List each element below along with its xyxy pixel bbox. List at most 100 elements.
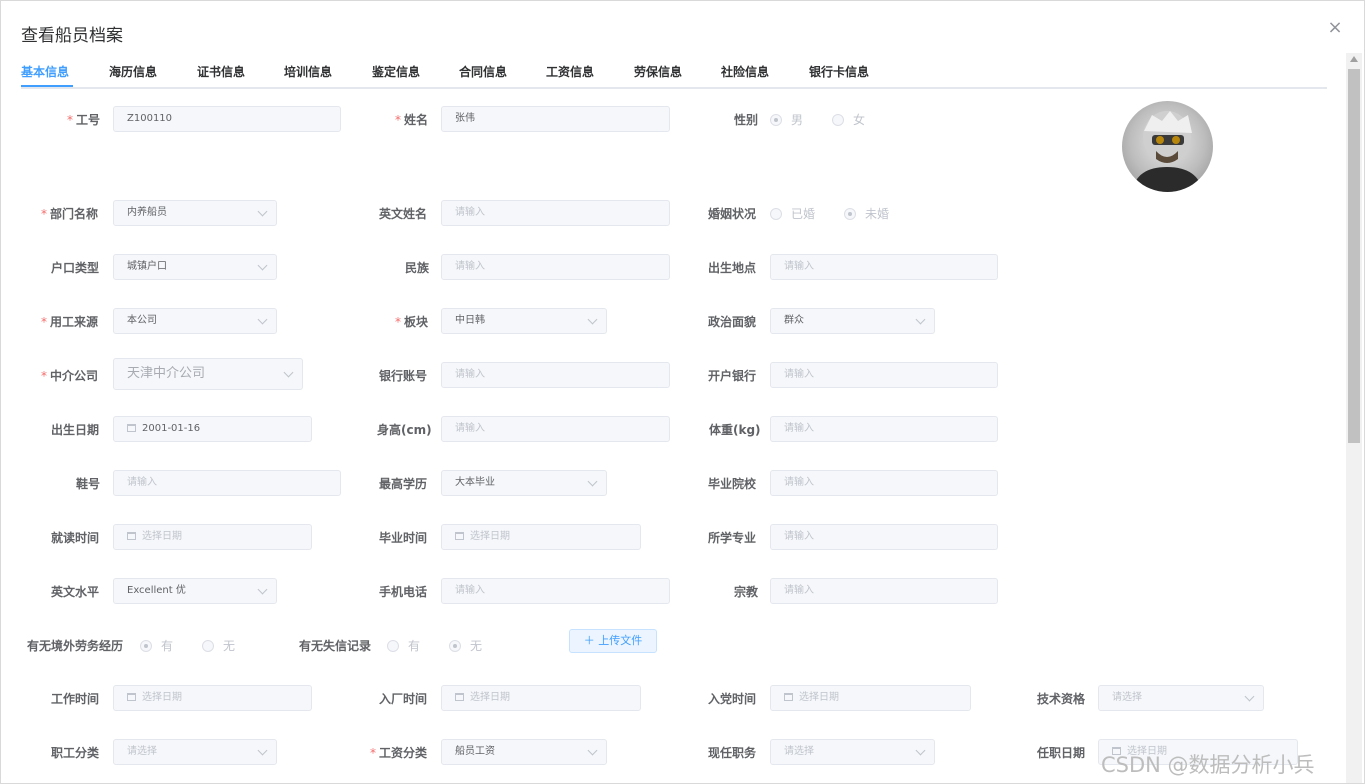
radio-checked-icon: [449, 640, 461, 652]
weight-input[interactable]: 请输入: [770, 416, 998, 442]
mobile-label: 手机电话: [379, 585, 428, 599]
gender-male-radio[interactable]: 男: [770, 111, 803, 128]
factory-time-label: 入厂时间: [379, 692, 428, 706]
sector-label: * 板块: [395, 315, 429, 329]
calendar-icon: [455, 693, 464, 701]
scrollbar-thumb[interactable]: [1348, 69, 1360, 443]
tech-qualification-select[interactable]: 请选择: [1098, 685, 1264, 711]
employment-source-label: * 用工来源: [41, 315, 99, 329]
tech-qualification-label: 技术资格: [1037, 692, 1086, 706]
staff-category-select[interactable]: 请选择: [113, 739, 277, 765]
hukou-type-label: 户口类型: [51, 261, 100, 275]
weight-label: 体重(kg): [709, 423, 761, 437]
tab-contracts[interactable]: 合同信息: [459, 63, 507, 80]
chevron-down-icon: [257, 584, 268, 595]
tab-social-insurance[interactable]: 社险信息: [721, 63, 769, 80]
employment-source-select[interactable]: 本公司: [113, 308, 277, 334]
ethnicity-input[interactable]: 请输入: [441, 254, 670, 280]
scroll-up-arrow-icon[interactable]: [1350, 56, 1358, 62]
dishonesty-no-radio[interactable]: 无: [449, 637, 482, 654]
gender-female-radio[interactable]: 女: [832, 111, 865, 128]
active-tab-indicator: [21, 85, 73, 87]
birthplace-input[interactable]: 请输入: [770, 254, 998, 280]
current-position-label: 现任职务: [708, 746, 757, 760]
bank-label: 开户银行: [708, 369, 757, 383]
radio-checked-icon: [770, 114, 782, 126]
radio-unchecked-icon: [770, 208, 782, 220]
marital-single-radio[interactable]: 未婚: [844, 205, 889, 222]
hukou-type-select[interactable]: 城镇户口: [113, 254, 277, 280]
english-name-input[interactable]: 请输入: [441, 200, 670, 226]
education-select[interactable]: 大本毕业: [441, 470, 607, 496]
radio-unchecked-icon: [387, 640, 399, 652]
bank-input[interactable]: 请输入: [770, 362, 998, 388]
dishonesty-yes-radio[interactable]: 有: [387, 637, 420, 654]
tab-salary[interactable]: 工资信息: [546, 63, 594, 80]
name-label: * 姓名: [395, 113, 429, 127]
upload-file-button[interactable]: ＋ 上传文件: [569, 629, 657, 653]
employee-no-label: * 工号: [67, 113, 101, 127]
height-input[interactable]: 请输入: [441, 416, 670, 442]
ethnicity-label: 民族: [405, 261, 430, 275]
current-position-select[interactable]: 请选择: [770, 739, 935, 765]
work-time-label: 工作时间: [51, 692, 100, 706]
shoe-size-label: 鞋号: [76, 477, 101, 491]
work-time-picker[interactable]: 选择日期: [113, 685, 312, 711]
name-input[interactable]: 张伟: [441, 106, 670, 132]
agency-select[interactable]: 天津中介公司: [113, 358, 303, 390]
chevron-down-icon: [915, 314, 926, 325]
staff-category-label: 职工分类: [51, 746, 100, 760]
tab-sea-history[interactable]: 海历信息: [109, 63, 157, 80]
english-level-select[interactable]: Excellent 优: [113, 578, 277, 604]
dishonesty-label: 有无失信记录: [299, 639, 372, 653]
school-label: 毕业院校: [708, 477, 757, 491]
party-time-picker[interactable]: 选择日期: [770, 685, 971, 711]
political-status-select[interactable]: 群众: [770, 308, 935, 334]
mobile-input[interactable]: 请输入: [441, 578, 670, 604]
calendar-icon: [127, 693, 136, 701]
employee-no-input[interactable]: Z100110: [113, 106, 341, 132]
tab-labor-protection[interactable]: 劳保信息: [634, 63, 682, 80]
avatar: [1122, 101, 1213, 192]
marital-label: 婚姻状况: [708, 207, 757, 221]
marital-married-radio[interactable]: 已婚: [770, 205, 815, 222]
tab-certificates[interactable]: 证书信息: [197, 63, 245, 80]
study-time-picker[interactable]: 选择日期: [113, 524, 312, 550]
study-time-label: 就读时间: [51, 531, 100, 545]
overseas-labor-no-radio[interactable]: 无: [202, 637, 235, 654]
gender-label: 性别: [734, 113, 759, 127]
shoe-size-input[interactable]: 请输入: [113, 470, 341, 496]
chevron-down-icon: [257, 745, 268, 756]
salary-category-select[interactable]: 船员工资: [441, 739, 607, 765]
birth-date-label: 出生日期: [51, 423, 100, 437]
crew-profile-dialog: 查看船员档案 × 基本信息 海历信息 证书信息 培训信息 鉴定信息 合同信息 工…: [0, 0, 1365, 784]
bank-account-input[interactable]: 请输入: [441, 362, 670, 388]
grad-time-picker[interactable]: 选择日期: [441, 524, 641, 550]
appoint-date-label: 任职日期: [1037, 746, 1086, 760]
calendar-icon: [784, 693, 793, 701]
tab-bank-card[interactable]: 银行卡信息: [809, 63, 869, 80]
tab-basic-info[interactable]: 基本信息: [21, 63, 69, 80]
chevron-down-icon: [587, 314, 598, 325]
english-level-label: 英文水平: [51, 585, 100, 599]
school-input[interactable]: 请输入: [770, 470, 998, 496]
religion-label: 宗教: [734, 585, 759, 599]
overseas-labor-yes-radio[interactable]: 有: [140, 637, 173, 654]
close-icon[interactable]: ×: [1325, 18, 1345, 38]
dialog-title: 查看船员档案: [21, 26, 123, 46]
grad-time-label: 毕业时间: [379, 531, 428, 545]
english-name-label: 英文姓名: [379, 207, 428, 221]
major-label: 所学专业: [708, 531, 757, 545]
calendar-icon: [127, 532, 136, 540]
dept-select[interactable]: 内养船员: [113, 200, 277, 226]
tab-training[interactable]: 培训信息: [284, 63, 332, 80]
major-input[interactable]: 请输入: [770, 524, 998, 550]
religion-input[interactable]: 请输入: [770, 578, 998, 604]
tab-appraisal[interactable]: 鉴定信息: [372, 63, 420, 80]
salary-category-label: * 工资分类: [370, 746, 428, 760]
watermark: CSDN @数据分析小兵: [1101, 753, 1315, 777]
birth-date-picker[interactable]: 2001-01-16: [113, 416, 312, 442]
sector-select[interactable]: 中日韩: [441, 308, 607, 334]
tab-bar: 基本信息 海历信息 证书信息 培训信息 鉴定信息 合同信息 工资信息 劳保信息 …: [21, 53, 1327, 89]
factory-time-picker[interactable]: 选择日期: [441, 685, 641, 711]
